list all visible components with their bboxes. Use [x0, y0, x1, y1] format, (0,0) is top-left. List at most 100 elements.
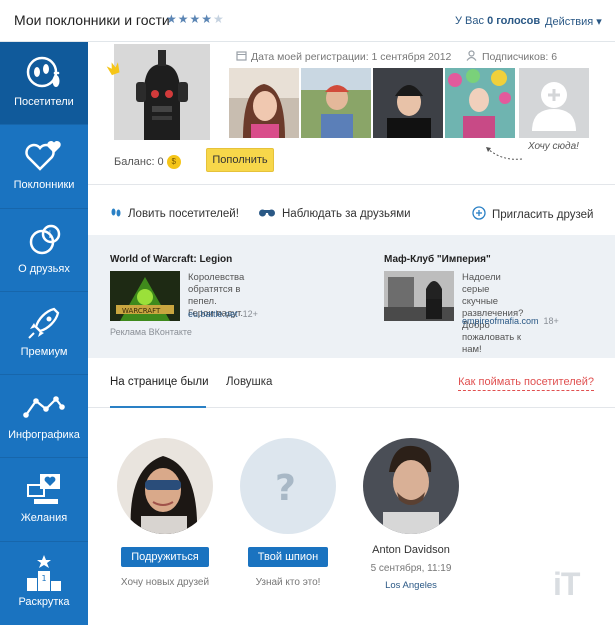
sidebar-item-label: Инфографика — [8, 429, 80, 442]
visitor-name[interactable]: Anton Davidson — [356, 544, 466, 556]
friends-info-icon: i — [0, 221, 88, 259]
sidebar-item-label: Желания — [20, 512, 68, 525]
spy-placeholder-avatar[interactable]: ? — [240, 438, 336, 534]
invite-friends-label: Пригласить друзей — [492, 208, 594, 221]
ad-url-text: eu.battle.net — [188, 309, 238, 319]
page-title: Мои поклонники и гости — [14, 12, 170, 28]
sidebar-item-premium[interactable]: Премиум — [0, 292, 88, 376]
visitor-caption: Хочу новых друзей — [120, 577, 210, 588]
balance: Баланс: 0 $ — [114, 155, 181, 169]
coin-icon: $ — [166, 155, 181, 169]
how-to-catch-link[interactable]: Как поймать посетителей? — [458, 376, 594, 391]
sidebar-item-label: Посетители — [14, 96, 74, 108]
subscribers-count: Подписчиков: 6 — [466, 50, 557, 63]
catch-visitors-link[interactable]: Ловить посетителей! — [110, 206, 239, 221]
fans-thumbnails — [229, 68, 589, 138]
active-tab-indicator — [110, 406, 206, 408]
sidebar-item-label: Раскрутка — [18, 595, 70, 608]
fan-photo[interactable] — [229, 68, 299, 138]
visitor-caption: Узнай кто это! — [255, 577, 321, 588]
footprints-icon — [110, 206, 122, 221]
votes-count: 0 голосов — [487, 15, 541, 27]
visitor-card: Подружиться Хочу новых друзей — [110, 438, 220, 588]
sidebar-item-infographics[interactable]: Инфографика — [0, 375, 88, 459]
ads-block: World of Warcraft: Legion WARCRAFT Корол… — [88, 235, 615, 358]
sidebar-item-promotion[interactable]: 1 Раскрутка — [0, 542, 88, 625]
sidebar-item-label: Поклонники — [13, 179, 75, 192]
vk-ads-label[interactable]: Реклама ВКонтакте — [110, 327, 192, 337]
ad-url-text: empireofmafia.com — [462, 316, 539, 326]
watch-friends-label: Наблюдать за друзьями — [282, 207, 411, 220]
top-bar: Мои поклонники и гости ★★★★★ У Вас 0 гол… — [0, 0, 615, 42]
catch-visitors-label: Ловить посетителей! — [128, 207, 239, 220]
sidebar-item-about-friends[interactable]: i О друзьях — [0, 209, 88, 292]
fan-photo[interactable] — [445, 68, 515, 138]
ad-text-line: Королевства обратятся в пепел. — [188, 272, 245, 307]
visitor-card: ? Твой шпион Узнай кто это! — [233, 438, 343, 588]
visitor-card: Anton Davidson 5 сентября, 11:19 Los Ang… — [356, 438, 466, 591]
line-chart-icon — [0, 387, 88, 425]
footprints-icon — [0, 54, 88, 92]
main-content: Дата моей регистрации: 1 сентября 2012 П… — [88, 42, 615, 625]
svg-text:i: i — [49, 230, 52, 241]
want-here-text: Хочу сюда! — [528, 141, 579, 152]
crown-badge-icon — [106, 60, 122, 81]
ad-text-line: Надоели серые скучные — [462, 272, 501, 307]
ad-age: 12+ — [242, 309, 258, 319]
ad-image — [384, 271, 454, 321]
ad-url[interactable]: eu.battle.net 12+ — [188, 309, 258, 319]
stars-filled: ★★★★ — [166, 12, 214, 26]
ad-description: Надоели серые скучные развлечения? Добро п… — [462, 272, 523, 356]
tab-visited[interactable]: На странице были — [110, 376, 209, 388]
ad-title: Маф-Клуб "Империя" — [384, 254, 491, 265]
sidebar-item-fans[interactable]: Поклонники — [0, 125, 88, 209]
binoculars-icon — [258, 206, 276, 221]
sidebar-item-label: О друзьях — [18, 262, 70, 275]
ad-age: 18+ — [543, 316, 559, 326]
watermark-logo: iT — [553, 566, 580, 602]
podium-icon: 1 — [0, 554, 88, 592]
sidebar: Посетители Поклонники i О друзьях Премиу… — [0, 42, 88, 625]
actions-dropdown[interactable]: Действия ▾ — [545, 15, 602, 28]
registration-text: Дата моей регистрации: 1 сентября 2012 — [251, 51, 452, 63]
sidebar-item-label: Премиум — [20, 345, 68, 358]
visitor-city[interactable]: Los Angeles — [356, 580, 466, 591]
sidebar-item-wishes[interactable]: Желания — [0, 458, 88, 542]
refill-button[interactable]: Пополнить — [206, 148, 274, 172]
rocket-icon — [0, 304, 88, 342]
tabs: На странице были Ловушка Как поймать пос… — [88, 358, 615, 408]
ad-image: WARCRAFT — [110, 271, 180, 321]
ad-mafia[interactable]: Маф-Клуб "Империя" Надоели серые скучные… — [384, 254, 559, 355]
balance-label: Баланс: 0 — [114, 155, 164, 168]
sidebar-item-visitors[interactable]: Посетители — [0, 42, 88, 126]
befriend-button[interactable]: Подружиться — [121, 547, 209, 567]
divider — [88, 184, 615, 185]
votes-link[interactable]: У Вас 0 голосов — [455, 15, 540, 27]
profile-avatar[interactable] — [114, 44, 210, 140]
hearts-icon — [0, 137, 88, 175]
svg-text:1: 1 — [42, 574, 47, 583]
registration-date: Дата моей регистрации: 1 сентября 2012 — [236, 50, 451, 63]
tab-trap[interactable]: Ловушка — [226, 376, 272, 388]
want-here-hint: Хочу сюда! — [486, 141, 579, 160]
actions-row: Ловить посетителей! Наблюдать за друзьям… — [88, 190, 615, 234]
ad-url[interactable]: empireofmafia.com 18+ — [462, 316, 559, 326]
ad-title: World of Warcraft: Legion — [110, 254, 233, 265]
visitor-avatar[interactable] — [117, 438, 213, 534]
fan-photo[interactable] — [373, 68, 443, 138]
subscribers-text: Подписчиков: 6 — [482, 51, 558, 63]
rating-stars: ★★★★★ — [166, 12, 225, 26]
svg-text:WARCRAFT: WARCRAFT — [122, 307, 161, 315]
stars-empty: ★ — [213, 12, 225, 26]
invite-friends-link[interactable]: Пригласить друзей — [472, 206, 593, 223]
watch-friends-link[interactable]: Наблюдать за друзьями — [258, 206, 411, 221]
fan-photo[interactable] — [301, 68, 371, 138]
add-photo-placeholder[interactable] — [519, 68, 589, 138]
visitor-avatar[interactable] — [363, 438, 459, 534]
ad-wow[interactable]: World of Warcraft: Legion WARCRAFT Корол… — [110, 254, 258, 321]
svg-text:?: ? — [275, 468, 296, 509]
plus-circle-icon — [472, 206, 486, 223]
your-spy-button[interactable]: Твой шпион — [247, 547, 329, 567]
wishes-icon — [0, 470, 88, 508]
visit-date: 5 сентября, 11:19 — [370, 563, 452, 574]
